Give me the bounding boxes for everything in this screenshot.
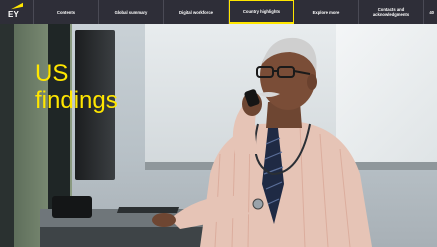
hero-image: US findings [0, 24, 437, 247]
page: EY Contents Global summary Digital workf… [0, 0, 437, 247]
page-title-line-1: US [35, 60, 69, 87]
logo-beam-icon [11, 2, 23, 10]
nav-menu: Contents Global summary Digital workforc… [34, 0, 437, 24]
ey-logo[interactable]: EY [0, 0, 34, 24]
top-navigation: EY Contents Global summary Digital workf… [0, 0, 437, 24]
nav-item-contacts-acknowledgments[interactable]: Contacts and acknowledgments [359, 0, 424, 24]
nav-item-explore-more[interactable]: Explore more [294, 0, 359, 24]
nav-item-country-highlights[interactable]: Country highlights [229, 0, 294, 24]
page-number[interactable]: 40 [424, 0, 437, 24]
logo-text: EY [8, 10, 20, 19]
nav-item-contents[interactable]: Contents [34, 0, 99, 24]
desk-phone [52, 196, 92, 218]
nav-item-digital-workforce[interactable]: Digital workforce [164, 0, 229, 24]
page-title-line-2: findings [35, 87, 118, 114]
background-wall [0, 24, 14, 247]
doctor-photo [152, 37, 372, 247]
page-title: US findings [35, 60, 118, 114]
nav-item-global-summary[interactable]: Global summary [99, 0, 164, 24]
